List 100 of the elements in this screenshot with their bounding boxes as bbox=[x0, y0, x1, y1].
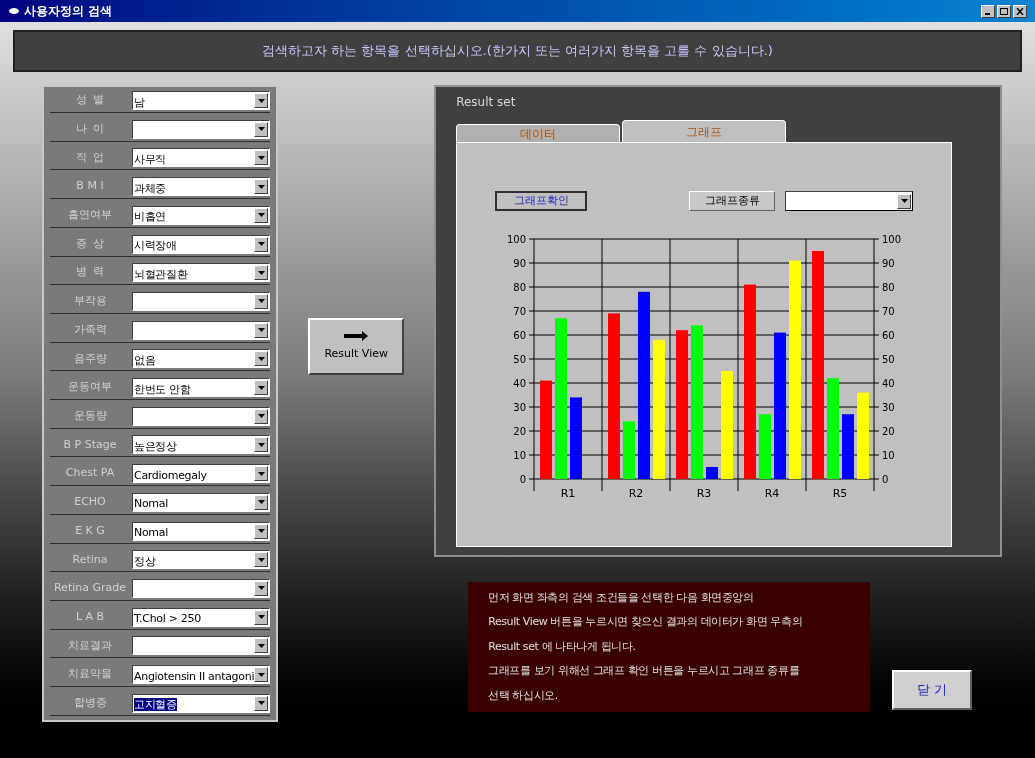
caret-icon bbox=[254, 638, 269, 654]
close-button[interactable]: 닫 기 bbox=[892, 670, 973, 710]
criteria-label: 직 업 bbox=[74, 149, 106, 166]
criteria-label: 음주량 bbox=[72, 350, 108, 367]
axis-tick-label: 80 bbox=[882, 282, 895, 293]
caret-icon bbox=[254, 150, 269, 166]
criteria-label: 병 력 bbox=[74, 264, 106, 281]
caret-icon bbox=[254, 408, 269, 424]
dropdown-field[interactable]: 뇌혈관질환 bbox=[132, 263, 271, 283]
criteria-label: Chest PA bbox=[64, 465, 116, 482]
axis-tick-label: 60 bbox=[513, 330, 527, 341]
criteria-label: 성 별 bbox=[74, 92, 106, 109]
axis-tick-label: 50 bbox=[513, 354, 527, 365]
maximize-icon[interactable] bbox=[997, 4, 1011, 18]
caret-icon bbox=[254, 494, 269, 510]
dropdown-value: Cardiomegaly bbox=[134, 468, 207, 482]
minimize-icon[interactable] bbox=[981, 4, 995, 18]
criteria-label: ECHO bbox=[73, 494, 107, 511]
help-text: Result set 에 나타나게 됩니다. bbox=[488, 638, 637, 655]
caret-icon bbox=[254, 179, 269, 195]
dropdown-field[interactable]: 과체중 bbox=[132, 177, 271, 197]
dropdown-field[interactable]: Nomal bbox=[132, 521, 271, 541]
criteria-label: 치료약물 bbox=[67, 666, 113, 683]
criteria-label: E K G bbox=[74, 522, 106, 539]
dropdown-field[interactable]: Nomal bbox=[132, 492, 271, 512]
window-icon bbox=[8, 6, 20, 16]
dropdown-field[interactable]: T.Chol > 250 bbox=[132, 607, 271, 627]
dropdown-field[interactable]: 남 bbox=[132, 91, 271, 110]
dropdown-field[interactable]: 없음 bbox=[132, 349, 271, 369]
axis-tick-label: 80 bbox=[513, 282, 527, 293]
result-view-button[interactable]: Result View bbox=[308, 318, 405, 375]
dropdown-value: Nomal bbox=[134, 526, 168, 540]
dropdown-field[interactable]: 비흡연 bbox=[132, 205, 271, 225]
caret-icon bbox=[254, 523, 269, 539]
axis-tick-label: 90 bbox=[882, 258, 895, 269]
caret-icon bbox=[254, 695, 269, 711]
dropdown-value: 사무직 bbox=[134, 152, 167, 166]
criteria-label: Retina Grade bbox=[52, 580, 127, 597]
caret-icon bbox=[254, 437, 269, 453]
axis-tick-label: 0 bbox=[519, 474, 527, 485]
graph-type-dropdown[interactable] bbox=[785, 191, 914, 211]
caret-icon bbox=[254, 466, 269, 482]
help-text: Result View 버튼을 누르시면 찾으신 결과의 데이터가 화면 우측의 bbox=[488, 614, 804, 631]
dropdown-field[interactable]: 높은정상 bbox=[132, 435, 271, 455]
dropdown-field[interactable]: 사무직 bbox=[132, 148, 271, 168]
criteria-label: 운동량 bbox=[72, 408, 108, 424]
caret-icon bbox=[254, 293, 269, 309]
criteria-label: B P Stage bbox=[62, 436, 118, 453]
criteria-label: 치료결과 bbox=[67, 637, 113, 654]
axis-category-label: R3 bbox=[696, 487, 712, 500]
help-text: 그래프를 보기 위해선 그래프 확인 버튼을 누르시고 그래프 종류를 bbox=[488, 663, 801, 680]
dropdown-value: T.Chol > 250 bbox=[134, 612, 201, 626]
caret-icon bbox=[254, 207, 269, 223]
dropdown-value: 높은정상 bbox=[134, 439, 177, 453]
axis-tick-label: 10 bbox=[882, 450, 895, 461]
graph-type-button[interactable]: 그래프종류 bbox=[689, 191, 776, 211]
dropdown-value: 남 bbox=[134, 95, 145, 109]
caret-icon bbox=[254, 236, 269, 252]
dropdown-value: Nomal bbox=[134, 497, 168, 511]
axis-category-label: R5 bbox=[832, 487, 848, 500]
group-title: Result set bbox=[456, 95, 516, 109]
dropdown-field[interactable]: 시력장애 bbox=[132, 234, 271, 254]
dropdown-field[interactable]: 한번도 안함 bbox=[132, 378, 271, 398]
dropdown-field[interactable] bbox=[132, 406, 271, 426]
axis-tick-label: 20 bbox=[882, 426, 895, 437]
dropdown-field[interactable]: 정상 bbox=[132, 550, 271, 570]
caret-icon bbox=[254, 380, 269, 396]
caret-icon bbox=[254, 93, 269, 108]
caret-icon bbox=[254, 322, 269, 338]
dropdown-field[interactable] bbox=[132, 578, 271, 598]
dropdown-field[interactable]: 고지혈증 bbox=[132, 693, 271, 713]
dropdown-field[interactable]: Cardiomegaly bbox=[132, 464, 271, 484]
criteria-label: 흡연여부 bbox=[67, 207, 113, 224]
dropdown-field[interactable] bbox=[132, 636, 271, 656]
close-icon[interactable] bbox=[1013, 4, 1027, 18]
dropdown-value: 비흡연 bbox=[134, 210, 167, 224]
criteria-label: 운동여부 bbox=[67, 379, 113, 396]
axis-tick-label: 60 bbox=[882, 330, 895, 341]
dropdown-field[interactable] bbox=[132, 320, 271, 340]
caret-icon bbox=[254, 265, 269, 281]
axis-tick-label: 10 bbox=[513, 450, 527, 461]
dropdown-value: 없음 bbox=[134, 353, 156, 367]
criteria-label: 합병증 bbox=[72, 695, 108, 711]
criteria-label: 가족력 bbox=[72, 321, 108, 338]
criteria-label: Retina bbox=[71, 551, 109, 568]
axis-category-label: R1 bbox=[560, 487, 576, 500]
criteria-label: B M I bbox=[75, 178, 105, 195]
axis-tick-label: 20 bbox=[513, 426, 527, 437]
caret-icon bbox=[254, 121, 269, 137]
graph-check-button[interactable]: 그래프확인 bbox=[495, 191, 588, 211]
instruction-banner: 검색하고자 하는 항목을 선택하십시오.(한가지 또는 여러가지 항목을 고를 수 있습니다.) bbox=[13, 30, 1022, 72]
dropdown-field[interactable] bbox=[132, 119, 271, 139]
axis-tick-label: 90 bbox=[513, 258, 527, 269]
dropdown-field[interactable]: Angiotensin II antagoni bbox=[132, 665, 271, 685]
dropdown-value: 과체중 bbox=[134, 181, 167, 195]
help-text: 선택 하십시오. bbox=[488, 687, 559, 704]
dropdown-value: 시력장애 bbox=[134, 239, 177, 252]
dropdown-value: 뇌혈관질환 bbox=[134, 267, 188, 281]
caret-icon bbox=[897, 193, 912, 209]
dropdown-field[interactable] bbox=[132, 291, 271, 311]
